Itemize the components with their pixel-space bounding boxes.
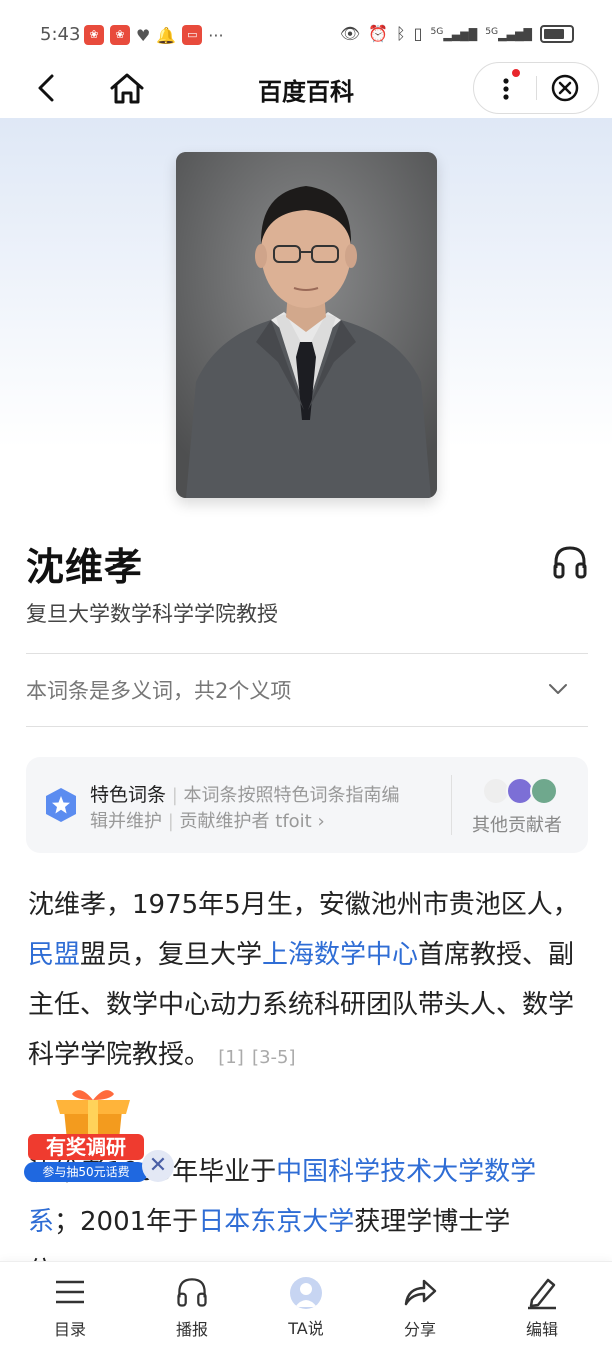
notification-dot: [512, 69, 520, 77]
app-notification-icon: ❀: [84, 25, 104, 45]
contributor-label: 贡献维护者: [179, 811, 270, 832]
headphones-icon[interactable]: [550, 542, 590, 582]
intro-paragraph: 沈维孝，1975年5月生，安徽池州市贵池区人，民盟盟员，复旦大学上海数学中心首席…: [28, 880, 588, 1083]
nav-ta-says[interactable]: TA说: [266, 1274, 346, 1339]
avatar: [530, 777, 558, 805]
avatar-icon: [290, 1277, 322, 1309]
chevron-right-icon: ›: [317, 811, 325, 832]
portrait-image: [176, 152, 437, 498]
headphones-icon: [177, 1278, 207, 1307]
bluetooth-icon: ᛒ: [396, 24, 406, 43]
vibrate-icon: ▯: [413, 24, 423, 43]
divider: [26, 653, 588, 654]
nav-contents[interactable]: 目录: [30, 1274, 110, 1340]
person-portrait[interactable]: [176, 152, 437, 498]
link-shanghai-math-center[interactable]: 上海数学中心: [262, 940, 418, 970]
survey-promo[interactable]: 有奖调研 参与抽50元话费 ✕: [24, 1068, 180, 1188]
close-icon[interactable]: ✕: [142, 1150, 174, 1182]
nav-edit[interactable]: 编辑: [502, 1274, 582, 1340]
mail-notification-icon: ▭: [182, 25, 203, 45]
more-vertical-icon[interactable]: [496, 73, 520, 103]
link-tokyo-university[interactable]: 日本东京大学: [198, 1207, 354, 1237]
system-icons: 👁 ⏰ ᛒ ▯ 5G▂▄▆█ 5G▂▄▆█: [340, 24, 574, 43]
pencil-icon: [528, 1278, 556, 1310]
bottom-nav: 目录 播报 TA说 分享 编辑: [0, 1261, 612, 1351]
divider: [26, 726, 588, 727]
text: ；2001年于: [54, 1207, 199, 1237]
link-minmeng[interactable]: 民盟: [28, 940, 80, 970]
eye-icon: 👁: [339, 24, 361, 43]
text: 沈维孝，1975年5月生，安徽池州市贵池区人，: [28, 890, 579, 920]
nav-label: 编辑: [525, 1320, 558, 1339]
chevron-down-icon[interactable]: [545, 676, 571, 702]
nav-header: 百度百科: [0, 62, 612, 118]
feature-text-2: 辑并维护 | 贡献维护者 tfoit ›: [90, 811, 325, 832]
battery-icon: [540, 24, 574, 43]
close-circle-icon[interactable]: [550, 73, 580, 103]
polysemy-notice[interactable]: 本词条是多义词，共2个义项: [26, 675, 291, 705]
bell-icon: 🔔: [156, 25, 177, 45]
status-bar: 5:43 ❀ ❀ ♥ 🔔 ▭ ··· 👁 ⏰ ᛒ ▯ 5G▂▄▆█ 5G▂▄▆█: [0, 0, 612, 62]
citation[interactable]: [1]: [218, 1047, 244, 1068]
nav-label: 播报: [175, 1320, 208, 1339]
nav-label: TA说: [288, 1319, 324, 1338]
capsule-divider: [536, 76, 537, 100]
share-icon: [404, 1279, 437, 1306]
feature-desc-2: 辑并维护: [90, 811, 162, 832]
feature-desc: 本词条按照特色词条指南编: [183, 785, 400, 806]
notification-icons: ❀ ❀ ♥ 🔔 ▭ ···: [84, 25, 224, 45]
signal-icon: 5G▂▄▆█: [485, 25, 532, 42]
signal-icon: 5G▂▄▆█: [430, 25, 478, 42]
other-contributors[interactable]: 其他贡献者: [472, 811, 562, 837]
card-divider: [451, 775, 452, 835]
feature-text: 特色词条 | 本词条按照特色词条指南编: [90, 784, 400, 806]
nav-broadcast[interactable]: 播报: [152, 1274, 232, 1340]
nav-label: 目录: [53, 1320, 86, 1339]
contributor-avatars[interactable]: [482, 777, 562, 805]
promo-title: 有奖调研: [28, 1134, 144, 1160]
entry-name: 沈维孝: [26, 545, 144, 589]
contributor-link[interactable]: tfoit: [275, 811, 311, 832]
heart-icon: ♥: [136, 25, 151, 45]
list-icon: [56, 1280, 84, 1304]
more-notifications-icon: ···: [208, 25, 224, 45]
nav-label: 分享: [403, 1320, 436, 1339]
star-badge-icon: [46, 788, 76, 822]
alarm-icon: ⏰: [368, 24, 389, 43]
entry-subtitle: 复旦大学数学科学学院教授: [26, 602, 278, 626]
citation[interactable]: [3-5]: [252, 1047, 295, 1068]
text: 盟员，复旦大学: [80, 940, 263, 970]
promo-subtitle: 参与抽50元话费: [24, 1162, 148, 1182]
status-time: 5:43: [40, 24, 81, 45]
mini-program-capsule: [473, 62, 599, 114]
nav-share[interactable]: 分享: [380, 1274, 460, 1340]
feature-label: 特色词条: [90, 784, 167, 806]
featured-entry-card[interactable]: 特色词条 | 本词条按照特色词条指南编 辑并维护 | 贡献维护者 tfoit ›…: [26, 757, 588, 853]
app-notification-icon: ❀: [110, 25, 130, 45]
